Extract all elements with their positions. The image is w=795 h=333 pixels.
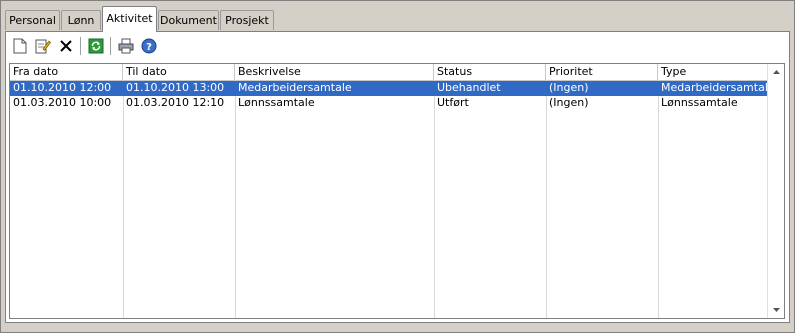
edit-icon <box>35 39 51 54</box>
activity-grid[interactable]: Fra dato Til dato Beskrivelse Status Pri… <box>9 63 785 319</box>
help-button[interactable]: ? <box>139 36 159 56</box>
delete-icon <box>60 40 72 52</box>
tab-lonn[interactable]: Lønn <box>61 10 101 30</box>
column-header-status[interactable]: Status <box>434 64 546 80</box>
arrow-down-icon <box>772 308 780 312</box>
toolbar: ? <box>10 34 770 58</box>
print-icon <box>118 38 134 54</box>
cell-til-dato: 01.10.2010 13:00 <box>126 81 225 94</box>
tab-label: Lønn <box>67 14 95 27</box>
column-header-type[interactable]: Type <box>658 64 769 80</box>
tab-personal[interactable]: Personal <box>5 10 60 30</box>
refresh-button[interactable] <box>86 36 106 56</box>
table-row[interactable]: 01.10.2010 12:00 01.10.2010 13:00 Medarb… <box>10 81 769 96</box>
table-row[interactable]: 01.03.2010 10:00 01.03.2010 12:10 Lønnss… <box>10 96 769 111</box>
vertical-scrollbar[interactable] <box>767 64 784 318</box>
cell-beskrivelse: Medarbeidersamtale <box>238 81 352 94</box>
cell-fra-dato: 01.10.2010 12:00 <box>13 81 112 94</box>
column-header-prioritet[interactable]: Prioritet <box>546 64 658 80</box>
new-document-icon <box>13 38 27 54</box>
scroll-up-button[interactable] <box>768 64 784 80</box>
toolbar-separator <box>110 37 112 55</box>
column-divider <box>658 80 659 318</box>
new-document-button[interactable] <box>10 36 30 56</box>
edit-button[interactable] <box>33 36 53 56</box>
tab-panel: ? Fra dato Til dato Beskrivelse Status P… <box>5 31 790 323</box>
column-header-til-dato[interactable]: Til dato <box>123 64 235 80</box>
column-divider <box>235 80 236 318</box>
cell-type: Lønnssamtale <box>661 96 738 109</box>
column-divider <box>434 80 435 318</box>
refresh-icon <box>88 38 104 54</box>
scroll-down-button[interactable] <box>768 302 784 318</box>
window-frame: Personal Lønn Aktivitet Dokument Prosjek… <box>0 0 795 333</box>
cell-til-dato: 01.03.2010 12:10 <box>126 96 225 109</box>
svg-text:?: ? <box>146 42 152 53</box>
cell-prioritet: (Ingen) <box>549 96 589 109</box>
cell-type: Medarbeidersamtale <box>661 81 769 94</box>
column-divider <box>123 80 124 318</box>
tab-dokument[interactable]: Dokument <box>158 10 219 30</box>
tab-label: Aktivitet <box>106 12 153 25</box>
print-button[interactable] <box>116 36 136 56</box>
column-header-beskrivelse[interactable]: Beskrivelse <box>235 64 434 80</box>
tab-aktivitet[interactable]: Aktivitet <box>102 6 157 32</box>
cell-prioritet: (Ingen) <box>549 81 589 94</box>
cell-beskrivelse: Lønnssamtale <box>238 96 315 109</box>
delete-button[interactable] <box>56 36 76 56</box>
help-icon: ? <box>141 38 157 54</box>
grid-header: Fra dato Til dato Beskrivelse Status Pri… <box>10 64 769 81</box>
tab-label: Prosjekt <box>225 14 269 27</box>
tab-label: Personal <box>9 14 56 27</box>
tab-label: Dokument <box>160 14 217 27</box>
cell-status: Utført <box>437 96 469 109</box>
column-header-fra-dato[interactable]: Fra dato <box>10 64 123 80</box>
toolbar-separator <box>80 37 82 55</box>
cell-fra-dato: 01.03.2010 10:00 <box>13 96 112 109</box>
tab-prosjekt[interactable]: Prosjekt <box>220 10 274 30</box>
column-divider <box>546 80 547 318</box>
cell-status: Ubehandlet <box>437 81 501 94</box>
arrow-up-icon <box>772 70 780 74</box>
